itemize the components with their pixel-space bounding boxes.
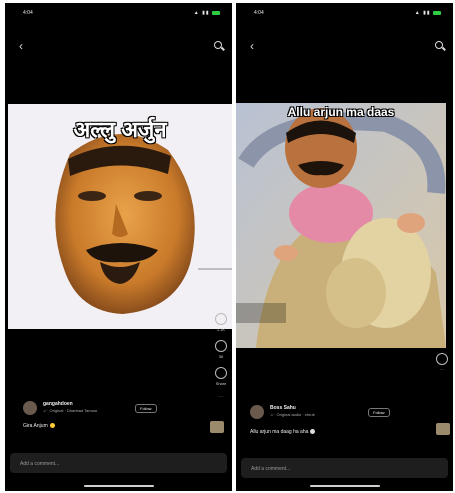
meme-baby-image [236,103,446,348]
battery-icon [433,10,441,15]
post-caption: Allu arjun ma daag ha aha [250,429,316,435]
share-icon[interactable] [215,367,227,379]
share-label: Share [215,381,227,386]
status-bar: 4:04 ▲ ▮▮ [5,3,232,23]
follow-button[interactable]: Follow [135,404,157,413]
avatar[interactable] [23,401,37,415]
top-bar: ‹ [236,39,453,59]
post-caption: Gira Anjum [23,423,55,429]
battery-icon [212,10,220,15]
meme-caption: Allu arjun ma daas [287,105,395,119]
status-time: 4:04 [254,10,264,16]
comment-bar [241,458,448,480]
status-icons: ▲ ▮▮ [415,10,441,16]
author-name[interactable]: gangahdoen [43,401,73,407]
audio-info[interactable]: ♫ · Original audio · shruti [270,412,315,417]
status-bar: 4:04 ▲ ▮▮ [236,3,453,23]
more-icon[interactable]: ··· [435,367,449,372]
avatar[interactable] [250,405,264,419]
action-rail: 1.1K 36 Share ··· [214,313,228,407]
action-rail: ··· [435,353,449,380]
caption-text: Allu arjun ma daag ha aha [250,429,309,435]
like-icon[interactable] [436,353,448,365]
home-indicator [309,485,380,487]
emoji-icon [310,429,316,435]
follow-button[interactable]: Follow [368,408,390,417]
search-icon[interactable] [435,41,446,51]
comment-input[interactable] [249,458,419,480]
status-time: 4:04 [23,10,33,16]
audio-thumbnail[interactable] [436,423,450,435]
home-indicator [83,485,154,487]
author-row: Boss Sahu ♫ · Original audio · shruti Fo… [250,403,423,423]
comment-bar [10,453,227,475]
right-reel-screen: 4:04 ▲ ▮▮ ‹ Allu arjun ma daas ··· Boss … [236,3,453,491]
audio-info[interactable]: ♫ · Original · Dhanbad Tamoor [43,408,98,413]
comment-count: 36 [218,354,224,359]
emoji-icon [49,423,55,429]
left-reel-screen: 4:04 ▲ ▮▮ ‹ अल्लु अर्जुन 1.1K 36 Share ·… [5,3,232,491]
caption-text: Gira Anjum [23,423,48,429]
meme-caption: अल्लु अर्जुन [73,117,167,142]
back-arrow-icon[interactable]: ‹ [250,39,254,53]
post-image[interactable]: अल्लु अर्जुन [8,104,232,329]
status-icons: ▲ ▮▮ [194,10,220,16]
like-icon[interactable] [215,313,227,325]
more-icon[interactable]: ··· [214,394,228,399]
signal-icon: ▲ ▮▮ [414,10,431,16]
author-row: gangahdoen ♫ · Original · Dhanbad Tamoor… [23,399,202,419]
top-bar: ‹ [5,39,232,59]
comment-input[interactable] [18,453,196,475]
signal-icon: ▲ ▮▮ [193,10,210,16]
comment-icon[interactable] [215,340,227,352]
like-count: 1.1K [216,327,226,332]
author-name[interactable]: Boss Sahu [270,405,296,411]
post-image[interactable]: Allu arjun ma daas [236,103,446,348]
back-arrow-icon[interactable]: ‹ [19,39,23,53]
audio-thumbnail[interactable] [210,421,224,433]
search-icon[interactable] [214,41,225,51]
